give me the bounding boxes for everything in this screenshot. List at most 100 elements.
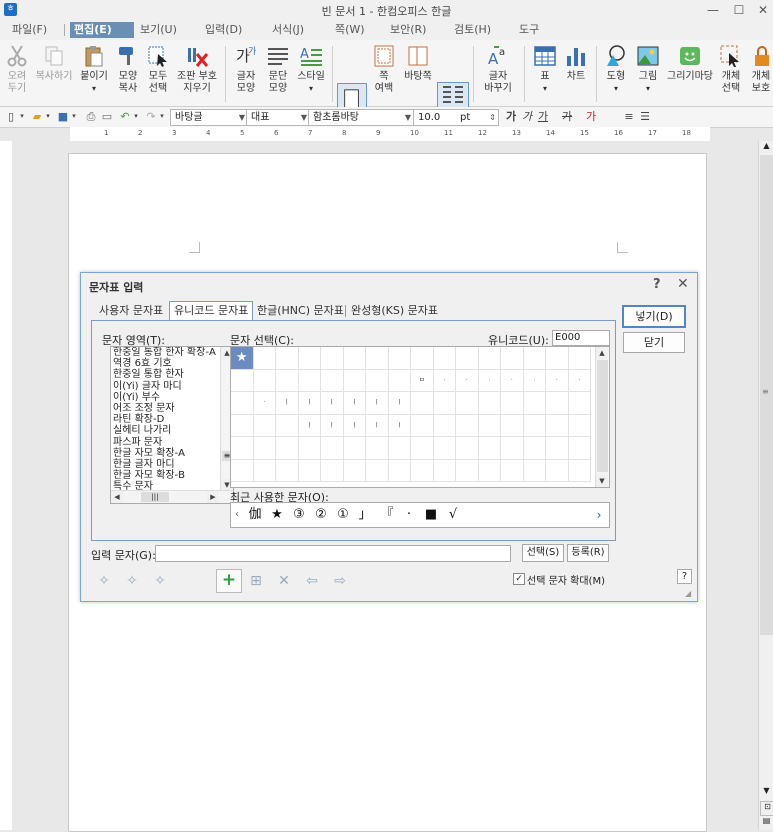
area-list-item[interactable]: 한글 글자 마디 <box>111 459 217 470</box>
paste-dropdown-icon[interactable]: ▾ <box>78 83 110 95</box>
recent-char[interactable]: ① <box>333 505 353 525</box>
document-scrollbar[interactable]: ▲ ≡ ▼ ⊡ ▤ <box>758 141 773 830</box>
char-cell[interactable] <box>276 460 299 483</box>
char-cell[interactable] <box>501 460 524 483</box>
char-cell[interactable] <box>546 415 569 438</box>
scroll-thumb[interactable]: ||| <box>141 492 169 502</box>
char-cell[interactable] <box>299 370 322 393</box>
char-cell[interactable] <box>276 437 299 460</box>
picture-button[interactable]: 그림 ▾ <box>633 44 663 95</box>
char-cell[interactable] <box>254 415 277 438</box>
bold-button[interactable]: 가 <box>504 110 518 123</box>
char-cell[interactable] <box>321 460 344 483</box>
style-dropdown-icon[interactable]: ▾ <box>295 83 327 95</box>
grid-scrollbar[interactable]: ▲ ▼ <box>595 347 609 487</box>
add-row-icon[interactable]: ⊞ <box>245 571 267 591</box>
delete-char-icon[interactable]: ✕ <box>273 571 295 591</box>
char-cell[interactable]: ㆍ <box>254 392 277 415</box>
char-cell[interactable] <box>501 415 524 438</box>
char-cell[interactable] <box>231 437 254 460</box>
scroll-up-icon[interactable]: ▲ <box>596 347 608 359</box>
char-cell[interactable] <box>456 392 479 415</box>
replace-char-button[interactable]: Aa 글자 바꾸기 <box>478 44 518 95</box>
dialog-title-bar[interactable]: 문자표 입력 ? ✕ <box>81 273 697 297</box>
char-cell[interactable] <box>321 437 344 460</box>
char-cell[interactable] <box>546 460 569 483</box>
new-doc-dropdown-icon[interactable]: ▾ <box>18 110 26 123</box>
char-cell[interactable] <box>524 392 547 415</box>
char-cell[interactable] <box>254 437 277 460</box>
recent-next-icon[interactable]: › <box>591 505 607 525</box>
align-justify-icon[interactable]: ≡ <box>622 110 636 123</box>
char-cell[interactable] <box>546 437 569 460</box>
char-cell[interactable] <box>479 437 502 460</box>
resize-grip-icon[interactable]: ◢ <box>685 589 691 598</box>
area-list-item[interactable]: 이(Yi) 부수 <box>111 392 217 403</box>
char-cell[interactable]: ㆍ <box>434 370 457 393</box>
char-cell[interactable]: ㆍ <box>456 370 479 393</box>
object-select-button[interactable]: 개체 선택 <box>717 44 745 95</box>
area-list-item[interactable]: 실헤티 나가리 <box>111 425 217 436</box>
char-cell[interactable] <box>501 392 524 415</box>
insert-button[interactable]: 넣기(D) <box>622 305 686 328</box>
char-cell[interactable] <box>456 460 479 483</box>
char-cell[interactable]: ㆍ <box>479 370 502 393</box>
recent-char[interactable]: ★ <box>267 505 287 525</box>
object-protect-button[interactable]: 개체 보호 <box>748 44 773 95</box>
char-cell[interactable] <box>456 347 479 370</box>
char-shape-button[interactable]: 가가 글자 모양 <box>231 44 261 95</box>
picture-dropdown-icon[interactable]: ▾ <box>633 83 663 95</box>
char-cell[interactable] <box>434 437 457 460</box>
table-dropdown-icon[interactable]: ▾ <box>530 83 560 95</box>
char-cell[interactable]: ㅣ <box>299 392 322 415</box>
copy-button[interactable]: 복사하기 <box>34 44 74 83</box>
char-cell[interactable] <box>366 460 389 483</box>
recent-prev-icon[interactable]: ‹ <box>231 505 243 525</box>
char-cell[interactable] <box>434 347 457 370</box>
minimize-button[interactable]: — <box>700 1 726 19</box>
register-button[interactable]: 등록(R) <box>567 544 609 562</box>
tab-hnc-charset[interactable]: 한글(HNC) 문자표 <box>257 303 344 319</box>
char-cell[interactable]: ㆍ <box>501 370 524 393</box>
char-grid[interactable]: ★ㅁㆍㆍㆍㆍㆍㆍㆍㆍㅣㅣㅣㅣㅣㅣㅣㅣㅣㅣㅣ ▲ ▼ <box>230 346 610 488</box>
char-cell[interactable]: ㅣ <box>321 415 344 438</box>
char-cell[interactable] <box>479 415 502 438</box>
align-left-icon[interactable]: ☰ <box>638 110 652 123</box>
preview-icon[interactable]: ▭ <box>100 110 114 123</box>
char-cell[interactable] <box>254 370 277 393</box>
move-right-icon[interactable]: ⇨ <box>329 571 351 591</box>
char-cell[interactable] <box>254 347 277 370</box>
add-char-icon[interactable]: + <box>216 569 242 593</box>
font-color-button[interactable]: 가 <box>584 110 598 123</box>
open-dropdown-icon[interactable]: ▾ <box>44 110 52 123</box>
char-cell[interactable] <box>366 347 389 370</box>
font-size-combo[interactable]: 10.0 pt ⇕ <box>413 109 499 126</box>
clipart-button[interactable]: 그리기마당 <box>665 44 715 83</box>
char-cell[interactable] <box>276 370 299 393</box>
save-icon[interactable]: ■ <box>56 110 70 123</box>
char-cell[interactable] <box>456 437 479 460</box>
style-button[interactable]: A 스타일 ▾ <box>295 44 327 95</box>
open-folder-icon[interactable]: ▰ <box>30 110 44 123</box>
strikethrough-button[interactable]: 가 <box>560 110 574 123</box>
char-cell[interactable] <box>501 347 524 370</box>
master-page-button[interactable]: 바탕쪽 <box>401 44 435 83</box>
char-cell[interactable]: ㅁ <box>411 370 434 393</box>
recent-char[interactable]: ■ <box>421 505 441 525</box>
tab-unicode-charset[interactable]: 유니코드 문자표 <box>169 301 253 320</box>
prev-page-icon[interactable]: ⊡ <box>760 801 773 816</box>
char-cell[interactable] <box>299 460 322 483</box>
char-cell[interactable] <box>479 392 502 415</box>
print-icon[interactable]: ⎙ <box>84 110 98 123</box>
small-help-button[interactable]: ? <box>677 569 692 584</box>
char-cell[interactable] <box>434 460 457 483</box>
scroll-thumb[interactable] <box>597 360 608 472</box>
area-list-item[interactable]: 이(Yi) 글자 마디 <box>111 381 217 392</box>
char-cell[interactable] <box>569 415 592 438</box>
char-cell[interactable]: ㅣ <box>366 392 389 415</box>
char-cell[interactable] <box>524 460 547 483</box>
recent-char[interactable]: ② <box>311 505 331 525</box>
menu-input[interactable]: 입력(D) <box>201 22 246 38</box>
menu-security[interactable]: 보안(R) <box>386 22 430 38</box>
close-window-button[interactable]: ✕ <box>750 1 773 19</box>
